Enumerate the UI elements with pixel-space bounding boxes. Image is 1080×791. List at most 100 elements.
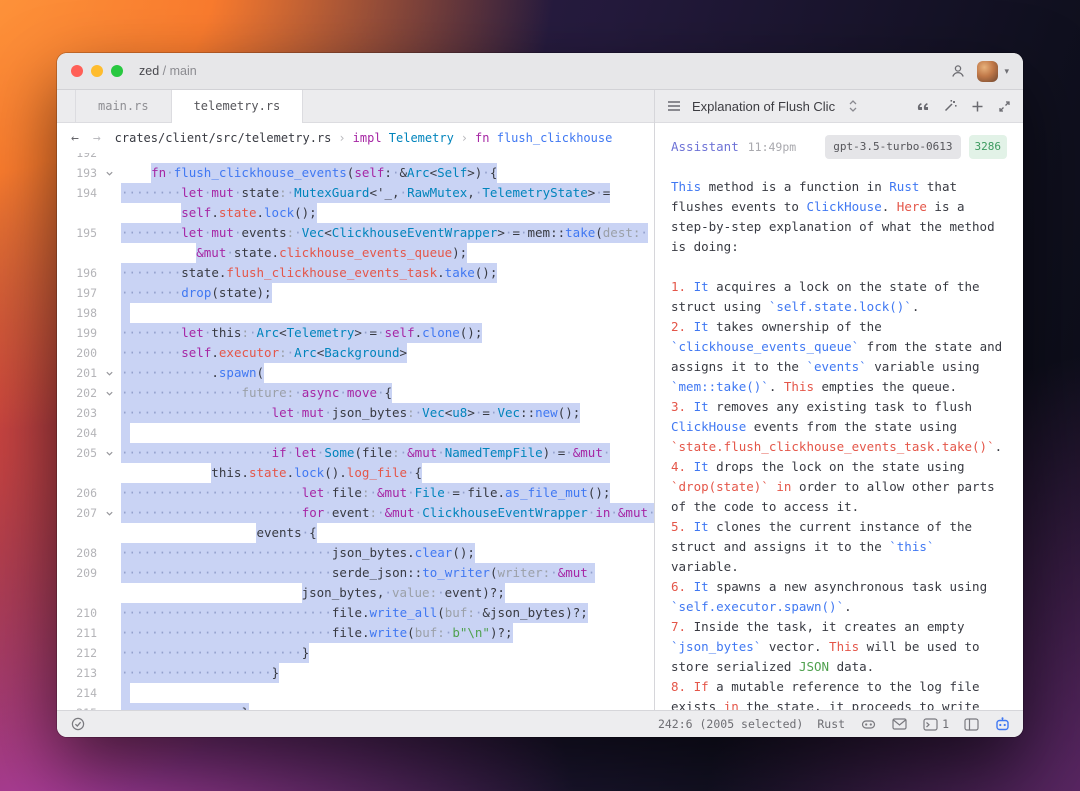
line-number[interactable]: 211 <box>57 623 101 643</box>
line-number[interactable]: 207 <box>57 503 101 523</box>
code-line[interactable]: 202················future:·async·move·{ <box>57 383 654 403</box>
code-line[interactable]: 209····························serde_jso… <box>57 563 654 583</box>
line-number[interactable]: 199 <box>57 323 101 343</box>
collab-person-icon[interactable] <box>949 62 967 80</box>
terminal-toggle[interactable]: 1 <box>921 715 949 733</box>
line-number[interactable]: 214 <box>57 683 101 703</box>
line-number[interactable]: 202 <box>57 383 101 403</box>
code-line[interactable]: 196········state.flush_clickhouse_events… <box>57 263 654 283</box>
tab-main-rs[interactable]: main.rs <box>75 90 172 122</box>
app-name: zed <box>139 64 159 78</box>
code-line[interactable]: &mut·state.clickhouse_events_queue); <box>57 243 654 263</box>
line-number[interactable]: 204 <box>57 423 101 443</box>
assistant-robot-icon[interactable] <box>993 715 1011 733</box>
language-selector[interactable]: Rust <box>817 717 845 731</box>
code-line[interactable]: 199 ········let·this:·Arc<Telemetry>·=·se… <box>57 323 654 343</box>
line-number[interactable] <box>57 463 101 483</box>
code-line[interactable]: json_bytes,·value:·event)?; <box>57 583 654 603</box>
code-line[interactable]: 197········drop(state); <box>57 283 654 303</box>
zoom-panel-expand-icon[interactable] <box>995 97 1013 115</box>
project-panel-toggle-icon[interactable] <box>962 715 980 733</box>
line-number[interactable] <box>57 523 101 543</box>
fold-chevron-icon[interactable] <box>101 363 117 383</box>
forward-button[interactable]: → <box>93 131 101 146</box>
line-number[interactable]: 192 <box>57 153 101 163</box>
chat-paragraph: This method is a function in Rust that f… <box>671 177 1007 257</box>
code-line[interactable]: 203····················let·mut·json_byte… <box>57 403 654 423</box>
code-line[interactable]: 193fn·flush_clickhouse_events(self:·&Arc… <box>57 163 654 183</box>
selected-text: ········let·this:·Arc<Telemetry>·=·self.… <box>121 323 482 343</box>
line-number[interactable]: 200 <box>57 343 101 363</box>
line-number[interactable]: 213 <box>57 663 101 683</box>
code-line[interactable]: 204 <box>57 423 654 443</box>
assistant-conversation[interactable]: Assistant 11:49pm gpt-3.5-turbo-0613 328… <box>655 123 1023 710</box>
user-avatar[interactable] <box>977 61 998 82</box>
fold-chevron-icon[interactable] <box>101 383 117 403</box>
line-number[interactable]: 212 <box>57 643 101 663</box>
selected-text: self.state.lock(); <box>181 203 317 223</box>
fold-chevron-icon[interactable] <box>101 443 117 463</box>
history-menu-icon[interactable] <box>665 97 683 115</box>
code-line[interactable]: 211····························file.writ… <box>57 623 654 643</box>
line-number[interactable]: 209 <box>57 563 101 583</box>
line-number[interactable]: 215 <box>57 703 101 710</box>
code-line[interactable]: 194········let·mut·state:·MutexGuard<'_,… <box>57 183 654 203</box>
code-line[interactable]: 205····················if·let·Some(file:… <box>57 443 654 463</box>
code-editor[interactable]: 192193fn·flush_clickhouse_events(self:·&… <box>57 153 654 710</box>
line-number[interactable]: 203 <box>57 403 101 423</box>
code-line[interactable]: 207························for·event:·&m… <box>57 503 654 523</box>
code-line[interactable]: 212························} <box>57 643 654 663</box>
line-number[interactable]: 196 <box>57 263 101 283</box>
quote-selection-icon[interactable] <box>914 97 932 115</box>
fold-chevron-icon[interactable] <box>101 163 117 183</box>
new-context-plus-icon[interactable] <box>968 97 986 115</box>
code-line[interactable]: 198 <box>57 303 654 323</box>
code-line[interactable]: 208····························json_byte… <box>57 543 654 563</box>
code-line[interactable]: 206························let·file:·&mu… <box>57 483 654 503</box>
window-title: zed / main <box>139 64 197 78</box>
branch-name[interactable]: main <box>170 64 197 78</box>
code-line[interactable]: 210····························file.writ… <box>57 603 654 623</box>
line-number[interactable] <box>57 203 101 223</box>
message-role[interactable]: Assistant <box>671 137 739 157</box>
back-button[interactable]: ← <box>71 131 79 146</box>
code-line[interactable]: this.state.lock().log_file·{ <box>57 463 654 483</box>
breadcrumb-path[interactable]: crates/client/src/telemetry.rs›impl Tele… <box>115 131 613 145</box>
line-number[interactable]: 198 <box>57 303 101 323</box>
copilot-icon[interactable] <box>859 715 877 733</box>
line-number[interactable]: 195 <box>57 223 101 243</box>
context-dropdown-icon[interactable] <box>844 97 862 115</box>
code-line[interactable]: self.state.lock(); <box>57 203 654 223</box>
line-number[interactable]: 194 <box>57 183 101 203</box>
magic-wand-icon[interactable] <box>941 97 959 115</box>
line-number[interactable]: 210 <box>57 603 101 623</box>
line-number[interactable]: 201 <box>57 363 101 383</box>
avatar-chevron-down-icon[interactable]: ▾ <box>1004 66 1009 77</box>
minimize-window-button[interactable] <box>91 65 103 77</box>
line-number[interactable]: 193 <box>57 163 101 183</box>
cursor-position[interactable]: 242:6 (2005 selected) <box>658 717 803 731</box>
line-number[interactable]: 197 <box>57 283 101 303</box>
line-number[interactable]: 205 <box>57 443 101 463</box>
code-line[interactable]: 192 <box>57 153 654 163</box>
code-line[interactable]: 213····················} <box>57 663 654 683</box>
code-line[interactable]: 214 <box>57 683 654 703</box>
fold-chevron-icon[interactable] <box>101 503 117 523</box>
close-window-button[interactable] <box>71 65 83 77</box>
diagnostics-check-icon[interactable] <box>69 715 87 733</box>
breadcrumb[interactable]: ← → crates/client/src/telemetry.rs›impl … <box>57 123 654 153</box>
code-line[interactable]: 195········let·mut·events:·Vec<Clickhous… <box>57 223 654 243</box>
feedback-envelope-icon[interactable] <box>890 715 908 733</box>
zoom-window-button[interactable] <box>111 65 123 77</box>
titlebar[interactable]: zed / main ▾ <box>57 53 1023 90</box>
code-line[interactable]: 200········self.executor:·Arc<Background… <box>57 343 654 363</box>
code-line[interactable]: events·{ <box>57 523 654 543</box>
code-line[interactable]: 201············.spawn( <box>57 363 654 383</box>
tab-telemetry-rs[interactable]: telemetry.rs <box>172 90 304 122</box>
model-selector[interactable]: gpt-3.5-turbo-0613 <box>825 135 960 159</box>
code-line[interactable]: 215················} <box>57 703 654 710</box>
line-number[interactable]: 208 <box>57 543 101 563</box>
line-number[interactable] <box>57 243 101 263</box>
line-number[interactable] <box>57 583 101 603</box>
line-number[interactable]: 206 <box>57 483 101 503</box>
